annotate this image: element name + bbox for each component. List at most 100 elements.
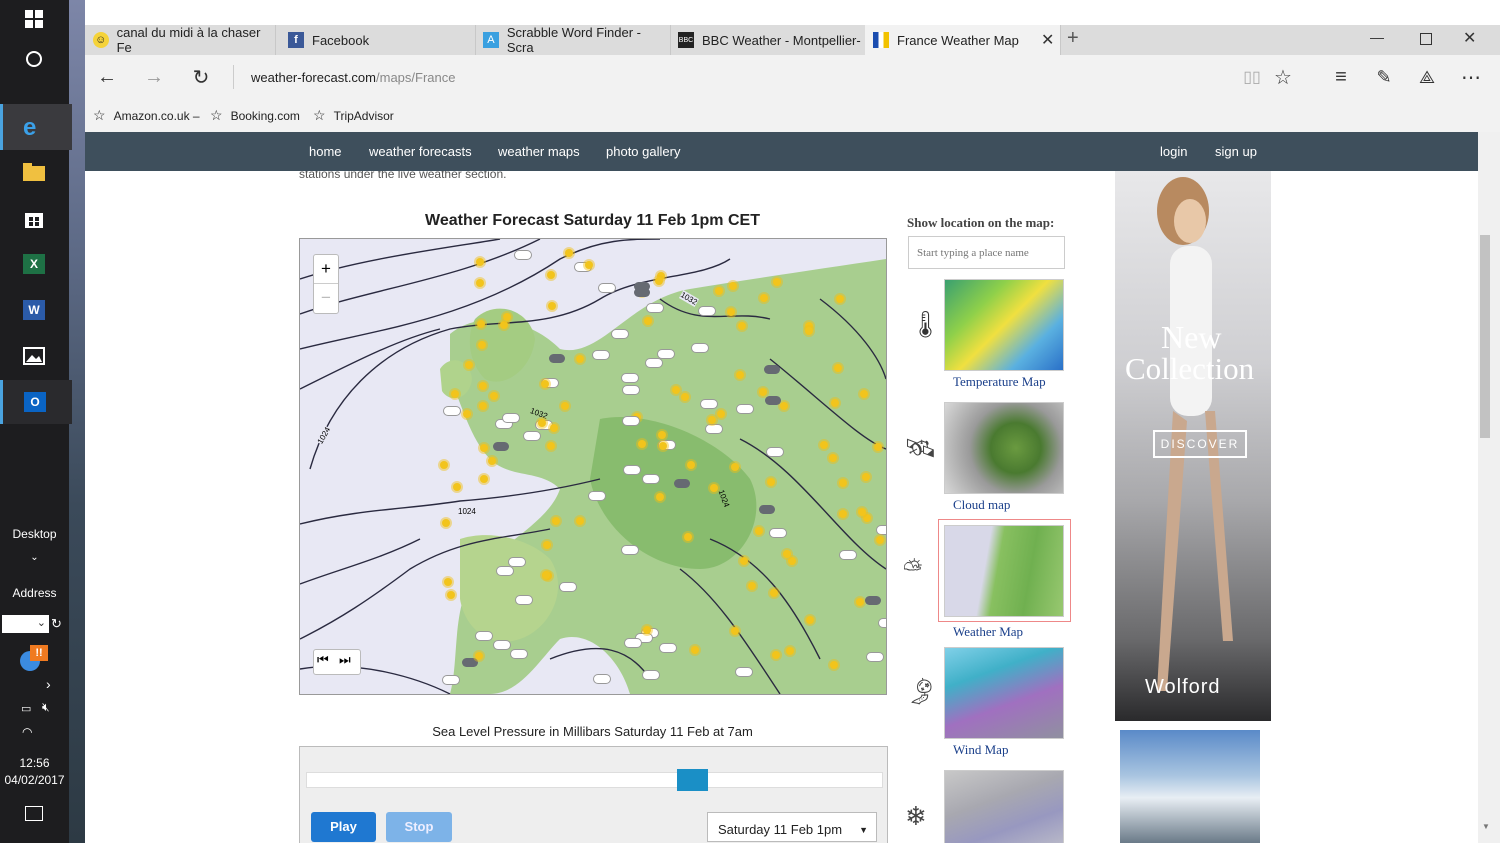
- cloud-icon: [876, 525, 886, 535]
- taskbar-outlook[interactable]: O: [0, 380, 72, 424]
- sun-icon: [658, 431, 666, 439]
- favorites-bar: ☆ Amazon.co.uk – ☆ Booking.com ☆ TripAdviso…: [85, 99, 1500, 133]
- rain-cloud-icon: [634, 282, 650, 291]
- url-field[interactable]: weather-forecast.com/maps/France: [251, 70, 455, 85]
- location-search-input[interactable]: [908, 236, 1065, 269]
- rain-cloud-icon: [865, 596, 881, 605]
- page-scrollbar[interactable]: ▼: [1478, 132, 1500, 843]
- cloud-icon: [523, 431, 541, 441]
- windows-start-icon[interactable]: [19, 4, 49, 34]
- sun-icon: [465, 361, 473, 369]
- wind-map-link[interactable]: Wind Map: [953, 742, 1008, 758]
- cloud-icon: [514, 250, 532, 260]
- back-arrow-icon[interactable]: ←: [93, 63, 121, 91]
- zoom-in-button[interactable]: +: [314, 255, 338, 284]
- clock-time[interactable]: 12:56: [0, 756, 69, 770]
- ad-mountain-image[interactable]: [1120, 730, 1260, 843]
- zoom-out-button[interactable]: −: [314, 284, 338, 312]
- star-icon: ☆: [93, 107, 106, 123]
- cloud-map-link[interactable]: Cloud map: [953, 497, 1010, 513]
- cloud-icon: [510, 649, 528, 659]
- refresh-icon[interactable]: ↻: [187, 63, 215, 91]
- taskbar-edge-active[interactable]: e: [0, 104, 72, 150]
- weather-map[interactable]: 1024 1032 1024 1032 1024 + − ⏮ ⏭: [299, 238, 887, 695]
- excel-icon[interactable]: X: [19, 249, 49, 279]
- clock-date[interactable]: 04/02/2017: [0, 773, 69, 787]
- cloud-icon: [878, 618, 886, 628]
- tab-canal[interactable]: ☺ canal du midi à la chaser Fe: [85, 25, 276, 55]
- scroll-down-icon[interactable]: ▼: [1482, 822, 1490, 831]
- favorite-star-icon[interactable]: ☆: [1269, 63, 1297, 91]
- temperature-map-thumb[interactable]: [944, 279, 1064, 371]
- reading-view-icon[interactable]: ▯▯: [1238, 63, 1266, 91]
- tab-bbc[interactable]: BBC BBC Weather - Montpellier-: [670, 25, 866, 55]
- advertisement[interactable]: New Collection DISCOVER Wolford: [1115, 171, 1271, 721]
- snow-map-thumb[interactable]: [944, 770, 1064, 843]
- photos-icon[interactable]: [19, 341, 49, 371]
- action-center-icon[interactable]: [25, 806, 43, 821]
- sun-icon: [783, 550, 791, 558]
- volume-muted-icon[interactable]: 🔇︎: [42, 700, 50, 715]
- sun-icon: [542, 571, 550, 579]
- share-icon[interactable]: ⟁: [1413, 63, 1441, 91]
- favorite-amazon[interactable]: ☆ Amazon.co.uk –: [93, 107, 200, 124]
- sun-icon: [538, 419, 546, 427]
- next-frame-icon[interactable]: ⏭: [339, 652, 351, 668]
- time-select[interactable]: Saturday 11 Feb 1pm ▼: [707, 812, 877, 842]
- new-tab-button[interactable]: +: [1067, 27, 1079, 50]
- minimize-button[interactable]: —: [1370, 29, 1384, 45]
- notification-app-icon[interactable]: !!: [20, 645, 50, 673]
- sun-icon: [548, 302, 556, 310]
- store-icon[interactable]: [19, 203, 49, 233]
- weather-map-link[interactable]: Weather Map: [953, 624, 1023, 640]
- sun-icon: [710, 484, 718, 492]
- temperature-map-link[interactable]: Temperature Map: [953, 374, 1046, 390]
- web-note-icon[interactable]: ✎: [1370, 63, 1398, 91]
- word-icon[interactable]: W: [19, 295, 49, 325]
- stop-button[interactable]: Stop: [386, 812, 452, 842]
- weather-map-thumb[interactable]: [944, 525, 1064, 617]
- tab-facebook[interactable]: f Facebook: [280, 25, 476, 55]
- more-icon[interactable]: ⋯: [1457, 63, 1485, 91]
- sun-icon: [731, 627, 739, 635]
- time-slider-track[interactable]: [306, 769, 883, 791]
- rain-cloud-icon: [549, 354, 565, 363]
- battery-icon[interactable]: ▭: [21, 702, 31, 715]
- hub-icon[interactable]: ≡: [1327, 63, 1355, 91]
- address-toolbar-input[interactable]: ⌄: [2, 615, 49, 633]
- nav-photo-gallery[interactable]: photo gallery: [606, 132, 680, 171]
- chevron-right-icon[interactable]: ›: [46, 676, 51, 692]
- nav-login[interactable]: login: [1160, 132, 1187, 171]
- refresh-icon[interactable]: ↻: [51, 616, 62, 632]
- scrollbar-thumb[interactable]: [1480, 235, 1490, 438]
- time-slider-handle[interactable]: [677, 769, 708, 791]
- tab-scrabble[interactable]: A Scrabble Word Finder - Scra: [475, 25, 671, 55]
- nav-weather-maps[interactable]: weather maps: [498, 132, 580, 171]
- window-close-button[interactable]: ✕: [1463, 28, 1476, 48]
- close-tab-icon[interactable]: ✕: [1041, 30, 1054, 50]
- favorite-booking[interactable]: ☆ Booking.com: [210, 107, 300, 124]
- sun-icon: [829, 454, 837, 462]
- cloud-map-thumb[interactable]: [944, 402, 1064, 494]
- chevron-down-icon[interactable]: ⌄: [0, 552, 69, 563]
- sun-icon: [500, 321, 508, 329]
- play-button[interactable]: Play: [311, 812, 376, 842]
- chevron-down-icon[interactable]: ⌄: [37, 616, 46, 629]
- maximize-button[interactable]: [1420, 33, 1432, 45]
- bbc-icon: BBC: [678, 32, 694, 48]
- forward-arrow-icon[interactable]: →: [140, 63, 168, 91]
- desktop-toolbar-label[interactable]: Desktop: [0, 527, 69, 541]
- nav-sign-up[interactable]: sign up: [1215, 132, 1257, 171]
- cloud-icon: [443, 406, 461, 416]
- favorite-tripadvisor[interactable]: ☆ TripAdvisor: [313, 107, 394, 124]
- wind-map-thumb[interactable]: [944, 647, 1064, 739]
- cortana-icon[interactable]: [19, 44, 49, 74]
- previous-frame-icon[interactable]: ⏮: [317, 652, 329, 668]
- sun-icon: [644, 317, 652, 325]
- wifi-icon[interactable]: ◠: [22, 725, 32, 739]
- file-explorer-icon[interactable]: [19, 157, 49, 187]
- ad-discover-button[interactable]: DISCOVER: [1153, 430, 1247, 458]
- tab-france-weather-map[interactable]: France Weather Map ✕: [865, 25, 1061, 55]
- nav-home[interactable]: home: [309, 132, 342, 171]
- nav-weather-forecasts[interactable]: weather forecasts: [369, 132, 472, 171]
